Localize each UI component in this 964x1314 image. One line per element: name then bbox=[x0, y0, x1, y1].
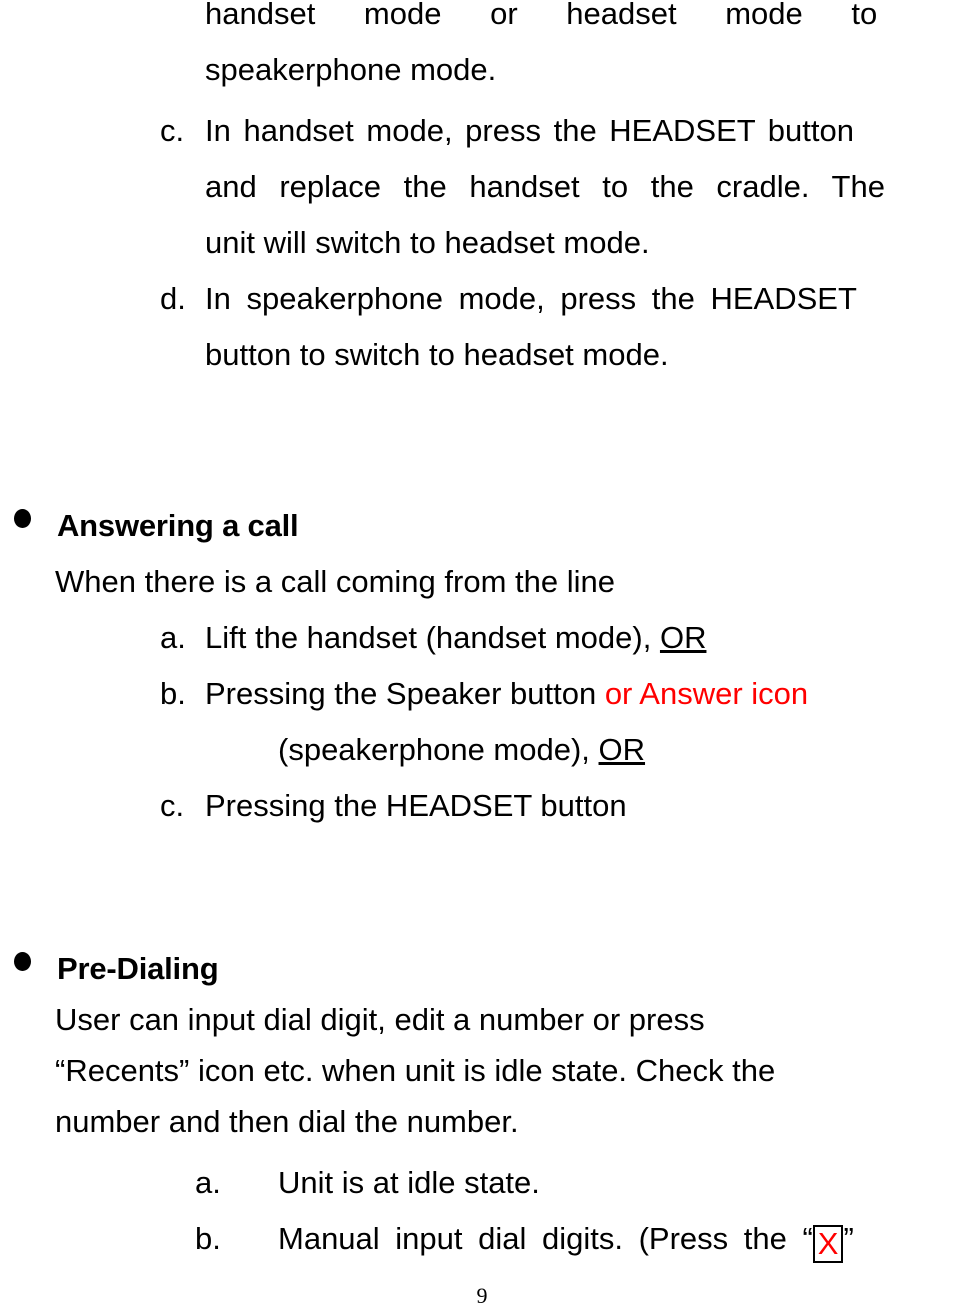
list-item-text-tail: ” bbox=[843, 1221, 854, 1256]
section-heading-answering: Answering a call bbox=[57, 508, 299, 543]
list-marker-answer-a: a. bbox=[160, 620, 186, 655]
section-body-line: number and then dial the number. bbox=[55, 1104, 519, 1139]
paragraph-line: In handset mode, press the HEADSET butto… bbox=[205, 113, 854, 148]
list-item-answer-a: Lift the handset (handset mode), OR bbox=[205, 610, 706, 666]
list-marker-d: d. bbox=[160, 281, 186, 316]
boxed-x-marker: X bbox=[812, 1225, 844, 1263]
list-marker-predial-b: b. bbox=[195, 1221, 221, 1256]
list-item-predial-b: Manual input dial digits. (Press the “X” bbox=[278, 1211, 854, 1267]
list-item-text: Lift the handset (handset mode), bbox=[205, 620, 660, 655]
emphasis-or: OR bbox=[659, 620, 707, 655]
list-item-answer-b-line2: (speakerphone mode), OR bbox=[278, 722, 645, 778]
paragraph-line: speakerphone mode. bbox=[205, 52, 497, 87]
section-intro-answering: When there is a call coming from the lin… bbox=[55, 564, 615, 599]
annotation-answer-icon: or Answer icon bbox=[604, 676, 809, 711]
list-item-text: Manual input dial digits. (Press the “ bbox=[278, 1221, 813, 1256]
section-body-line: “Recents” icon etc. when unit is idle st… bbox=[55, 1053, 776, 1088]
bullet-icon-predialing bbox=[14, 952, 31, 971]
paragraph-line: and replace the handset to the cradle. T… bbox=[205, 169, 885, 204]
section-body-line: User can input dial digit, edit a number… bbox=[55, 1002, 705, 1037]
list-item-predial-a: Unit is at idle state. bbox=[278, 1165, 540, 1200]
paragraph-line: handset mode or headset mode to bbox=[205, 0, 878, 31]
paragraph-line: unit will switch to headset mode. bbox=[205, 225, 650, 260]
document-page: handset mode or headset mode to speakerp… bbox=[0, 0, 964, 1314]
emphasis-or: OR bbox=[598, 732, 646, 767]
list-marker-c: c. bbox=[160, 113, 185, 148]
list-item-answer-b: Pressing the Speaker button or Answer ic… bbox=[205, 666, 808, 722]
list-item-text: Pressing the Speaker button bbox=[205, 676, 605, 711]
page-number: 9 bbox=[476, 1283, 488, 1308]
bullet-icon-answering bbox=[14, 509, 31, 528]
list-item-text: (speakerphone mode), bbox=[278, 732, 599, 767]
section-heading-predialing: Pre-Dialing bbox=[57, 951, 219, 986]
list-item-answer-c: Pressing the HEADSET button bbox=[205, 788, 627, 823]
list-marker-answer-b: b. bbox=[160, 676, 186, 711]
list-marker-predial-a: a. bbox=[195, 1165, 221, 1200]
list-marker-answer-c: c. bbox=[160, 788, 185, 823]
paragraph-line: button to switch to headset mode. bbox=[205, 337, 669, 372]
paragraph-line: In speakerphone mode, press the HEADSET bbox=[205, 281, 857, 316]
